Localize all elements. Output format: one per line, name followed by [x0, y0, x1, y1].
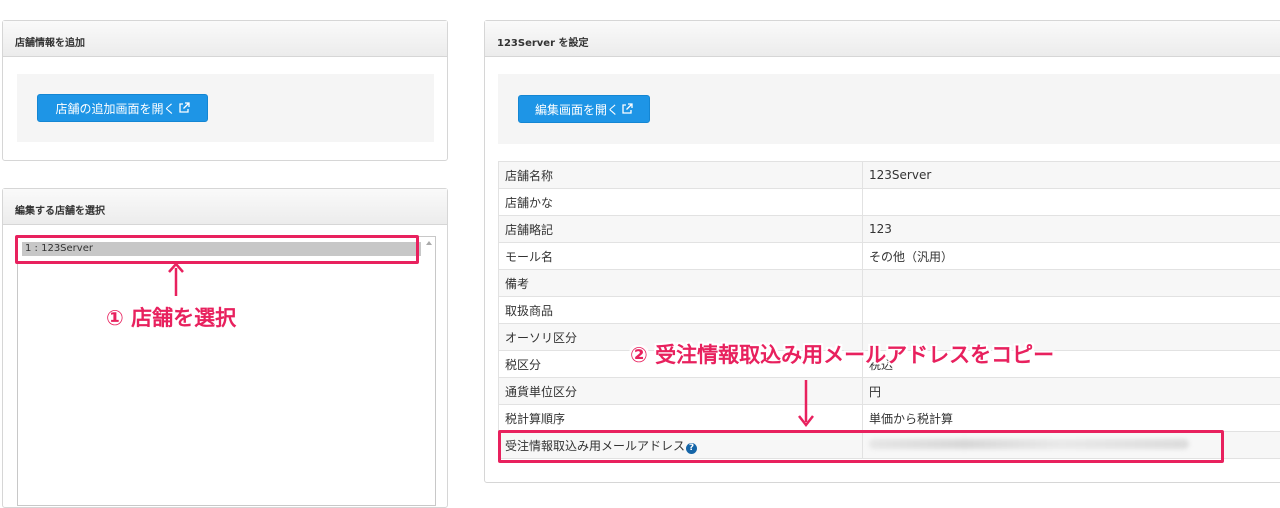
row-label: 店舗かな — [499, 189, 863, 216]
table-row: 備考 — [499, 270, 1280, 297]
add-store-well: 店舗の追加画面を開く — [17, 74, 434, 142]
store-select-highlight — [15, 235, 419, 264]
select-store-panel-title: 編集する店舗を選択 — [3, 189, 447, 225]
down-arrow-icon — [798, 378, 814, 428]
store-info-table: 店舗名称123Server 店舗かな 店舗略記123 モール名その他（汎用） 備… — [498, 161, 1280, 459]
external-link-icon — [178, 102, 190, 114]
edit-store-well: 編集画面を開く — [498, 74, 1280, 144]
table-row: 税計算順序単価から税計算 — [499, 405, 1280, 432]
store-listbox[interactable]: 1 : 123Server — [17, 236, 436, 506]
store-settings-panel: 123Server を設定 編集画面を開く 店舗名称123Server 店舗かな… — [484, 20, 1280, 483]
row-label: 備考 — [499, 270, 863, 297]
step2-annotation: ② 受注情報取込み用メールアドレスをコピー — [630, 339, 1054, 369]
add-store-panel-title: 店舗情報を追加 — [3, 21, 447, 57]
table-row: 取扱商品 — [499, 297, 1280, 324]
row-value — [863, 297, 1280, 324]
up-arrow-icon — [168, 262, 184, 298]
email-row-highlight — [498, 430, 1224, 463]
external-link-icon — [621, 103, 633, 115]
row-label: 取扱商品 — [499, 297, 863, 324]
row-value: 円 — [863, 378, 1280, 405]
row-value: 単価から税計算 — [863, 405, 1280, 432]
row-label: 店舗名称 — [499, 162, 863, 189]
row-label: 店舗略記 — [499, 216, 863, 243]
table-row: モール名その他（汎用） — [499, 243, 1280, 270]
row-value — [863, 189, 1280, 216]
open-add-store-label: 店舗の追加画面を開く — [55, 102, 175, 116]
step1-annotation: ① 店舗を選択 — [106, 302, 236, 332]
table-row: 店舗かな — [499, 189, 1280, 216]
open-edit-label: 編集画面を開く — [535, 103, 619, 117]
table-row: 店舗略記123 — [499, 216, 1280, 243]
table-row: 店舗名称123Server — [499, 162, 1280, 189]
add-store-panel: 店舗情報を追加 店舗の追加画面を開く — [2, 20, 448, 161]
scroll-up-icon[interactable] — [426, 241, 432, 245]
row-label: モール名 — [499, 243, 863, 270]
row-value — [863, 270, 1280, 297]
store-settings-panel-title: 123Server を設定 — [485, 21, 1280, 57]
row-value: 123 — [863, 216, 1280, 243]
row-value: 123Server — [863, 162, 1280, 189]
row-value: その他（汎用） — [863, 243, 1280, 270]
open-add-store-button[interactable]: 店舗の追加画面を開く — [37, 94, 208, 122]
open-edit-button[interactable]: 編集画面を開く — [518, 95, 650, 123]
table-row: 通貨単位区分円 — [499, 378, 1280, 405]
